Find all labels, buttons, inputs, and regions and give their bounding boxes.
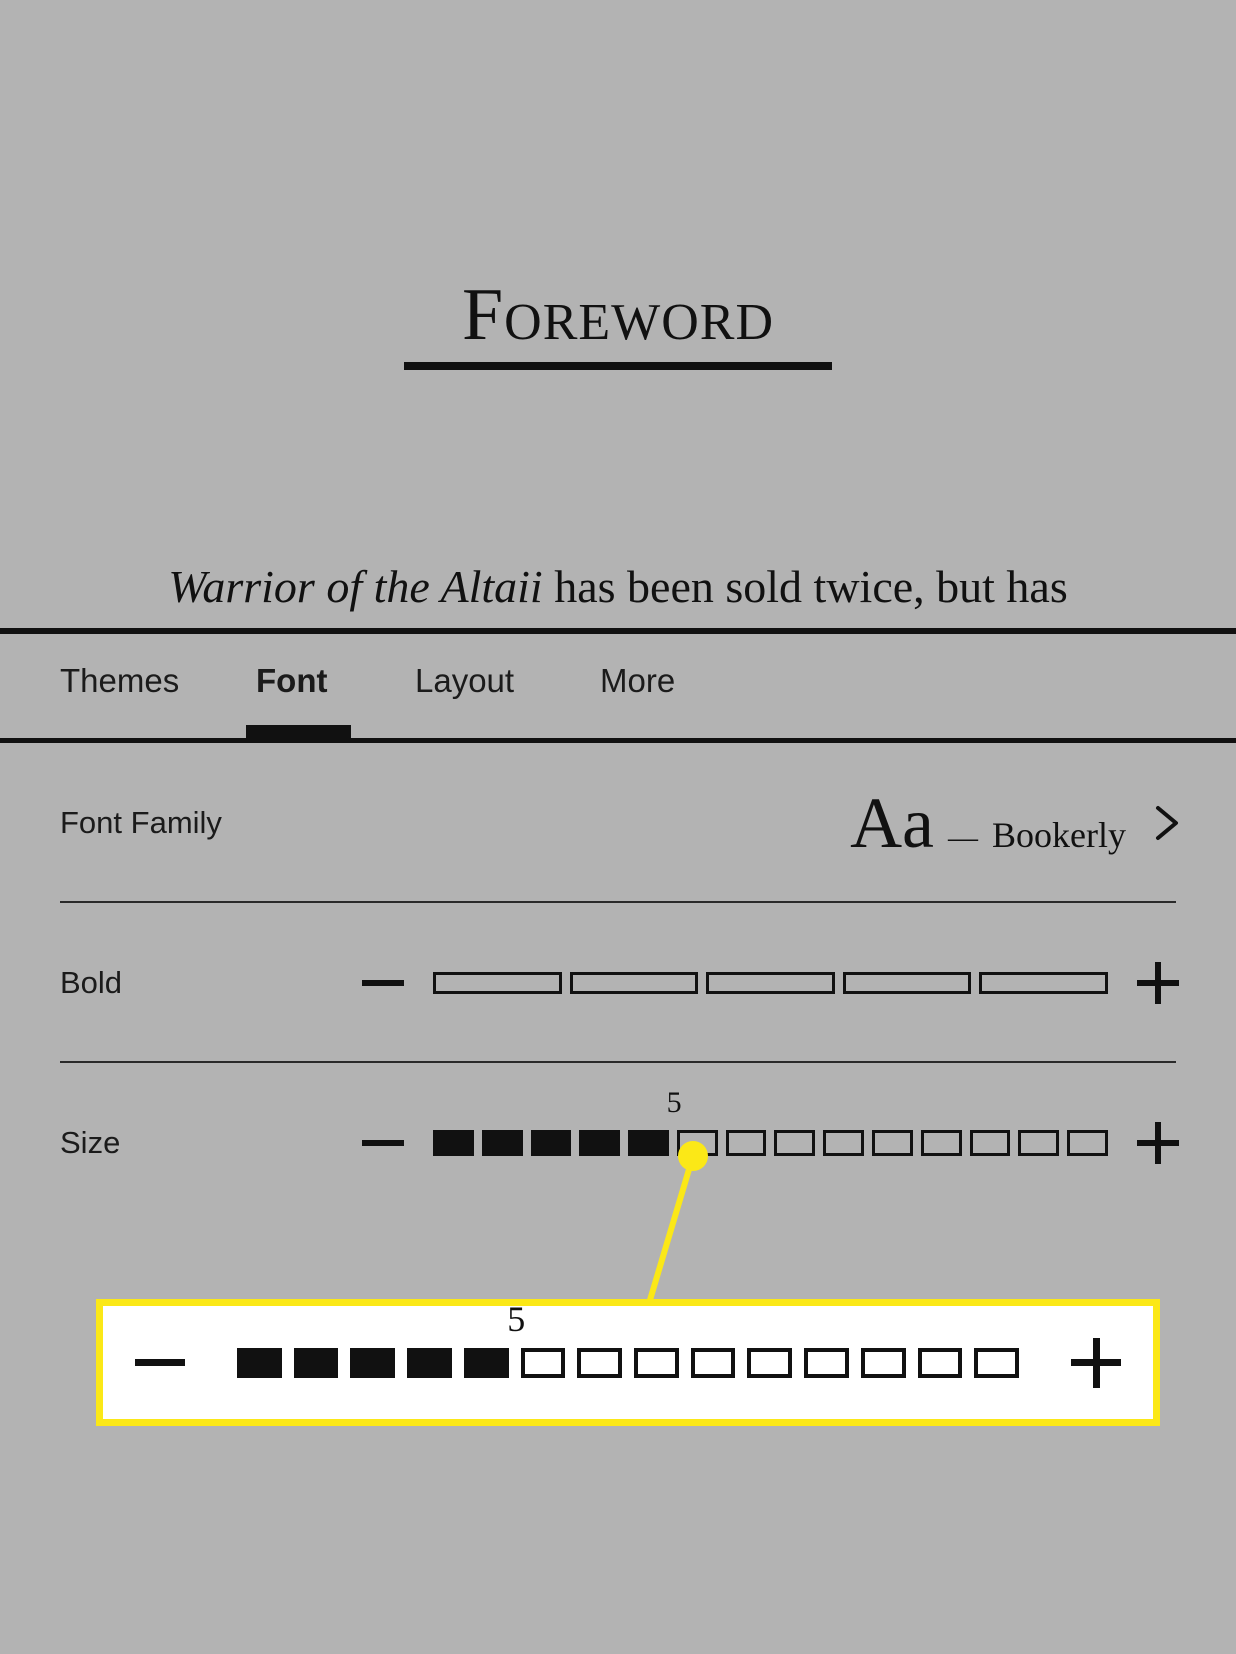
slider-segment[interactable] xyxy=(577,1347,623,1378)
active-tab-indicator xyxy=(246,725,351,738)
tab-more[interactable]: More xyxy=(600,662,675,700)
slider-segment[interactable] xyxy=(350,1347,396,1378)
slider-segment[interactable] xyxy=(725,1130,767,1156)
slider-segment[interactable] xyxy=(979,972,1108,994)
magnified-size-stepper-callout: 5 xyxy=(96,1299,1160,1426)
slider-segment[interactable] xyxy=(433,972,562,994)
bold-stepper[interactable] xyxy=(355,953,1186,1013)
size-label: Size xyxy=(60,1125,121,1160)
slider-segment[interactable] xyxy=(579,1130,621,1156)
slider-segment[interactable] xyxy=(920,1130,962,1156)
chapter-title: Foreword xyxy=(461,274,775,356)
book-body-rest: has been sold twice, but has xyxy=(542,561,1068,612)
row-size[interactable]: Size 5 xyxy=(0,1063,1236,1223)
slider-segment[interactable] xyxy=(690,1347,736,1378)
settings-tab-bar: Themes Font Layout More xyxy=(0,634,1236,743)
tab-font[interactable]: Font xyxy=(256,662,327,700)
slider-segment[interactable] xyxy=(860,1347,906,1378)
font-family-value[interactable]: Aa — Bookerly xyxy=(850,787,1126,859)
slider-segment[interactable] xyxy=(237,1347,282,1378)
slider-segment[interactable] xyxy=(293,1347,339,1378)
slider-segment[interactable] xyxy=(433,1130,474,1156)
slider-segment[interactable] xyxy=(706,972,835,994)
slider-segment[interactable] xyxy=(969,1130,1011,1156)
slider-segment[interactable] xyxy=(520,1347,566,1378)
slider-segment[interactable] xyxy=(1018,1130,1060,1156)
slider-segment[interactable] xyxy=(463,1347,509,1378)
slider-segment[interactable] xyxy=(530,1130,572,1156)
magnified-size-slider-track[interactable]: 5 xyxy=(237,1299,1020,1378)
bold-label: Bold xyxy=(60,965,123,1000)
plus-icon[interactable] xyxy=(1130,1115,1186,1171)
font-family-label: Font Family xyxy=(60,805,222,840)
slider-segment[interactable] xyxy=(823,1130,865,1156)
row-bold[interactable]: Bold xyxy=(0,903,1236,1063)
slider-segment[interactable] xyxy=(1067,1130,1108,1156)
font-family-dash: — xyxy=(948,821,979,854)
minus-icon[interactable] xyxy=(355,955,411,1011)
slider-segment[interactable] xyxy=(872,1130,913,1156)
size-stepper[interactable]: 5 xyxy=(355,1086,1186,1173)
slider-segment[interactable] xyxy=(804,1347,849,1378)
slider-segment[interactable] xyxy=(634,1347,679,1378)
slider-segment[interactable] xyxy=(407,1347,452,1378)
row-font-family[interactable]: Font Family Aa — Bookerly xyxy=(0,743,1236,903)
bold-slider-track[interactable] xyxy=(433,972,1108,994)
size-slider-track[interactable]: 5 xyxy=(433,1086,1108,1156)
slider-segment[interactable] xyxy=(774,1130,816,1156)
slider-segment[interactable] xyxy=(842,972,972,994)
font-settings-panel: Themes Font Layout More Font Family Aa —… xyxy=(0,628,1236,1654)
slider-segment[interactable] xyxy=(676,1130,718,1156)
slider-segment[interactable] xyxy=(974,1347,1020,1378)
font-family-name: Bookerly xyxy=(992,815,1126,855)
chapter-title-rule xyxy=(404,362,832,370)
slider-segment[interactable] xyxy=(481,1130,523,1156)
font-sample-glyphs: Aa xyxy=(850,783,935,863)
plus-icon[interactable] xyxy=(1063,1330,1129,1396)
magnified-size-value-label: 5 xyxy=(507,1298,526,1339)
slider-segment[interactable] xyxy=(747,1347,793,1378)
tab-themes[interactable]: Themes xyxy=(60,662,179,700)
chevron-right-icon[interactable] xyxy=(1150,803,1184,843)
plus-icon[interactable] xyxy=(1130,955,1186,1011)
size-value-label: 5 xyxy=(666,1086,682,1119)
book-page-preview: Foreword Warrior of the Altaii has been … xyxy=(0,0,1236,660)
minus-icon[interactable] xyxy=(355,1115,411,1171)
tab-layout[interactable]: Layout xyxy=(415,662,514,700)
magnified-size-stepper[interactable]: 5 xyxy=(127,1299,1129,1419)
book-title-italic: Warrior of the Altaii xyxy=(168,561,543,612)
slider-segment[interactable] xyxy=(628,1130,669,1156)
slider-segment[interactable] xyxy=(569,972,699,994)
minus-icon[interactable] xyxy=(127,1330,193,1396)
book-body-line: Warrior of the Altaii has been sold twic… xyxy=(0,560,1236,613)
slider-segment[interactable] xyxy=(917,1347,963,1378)
